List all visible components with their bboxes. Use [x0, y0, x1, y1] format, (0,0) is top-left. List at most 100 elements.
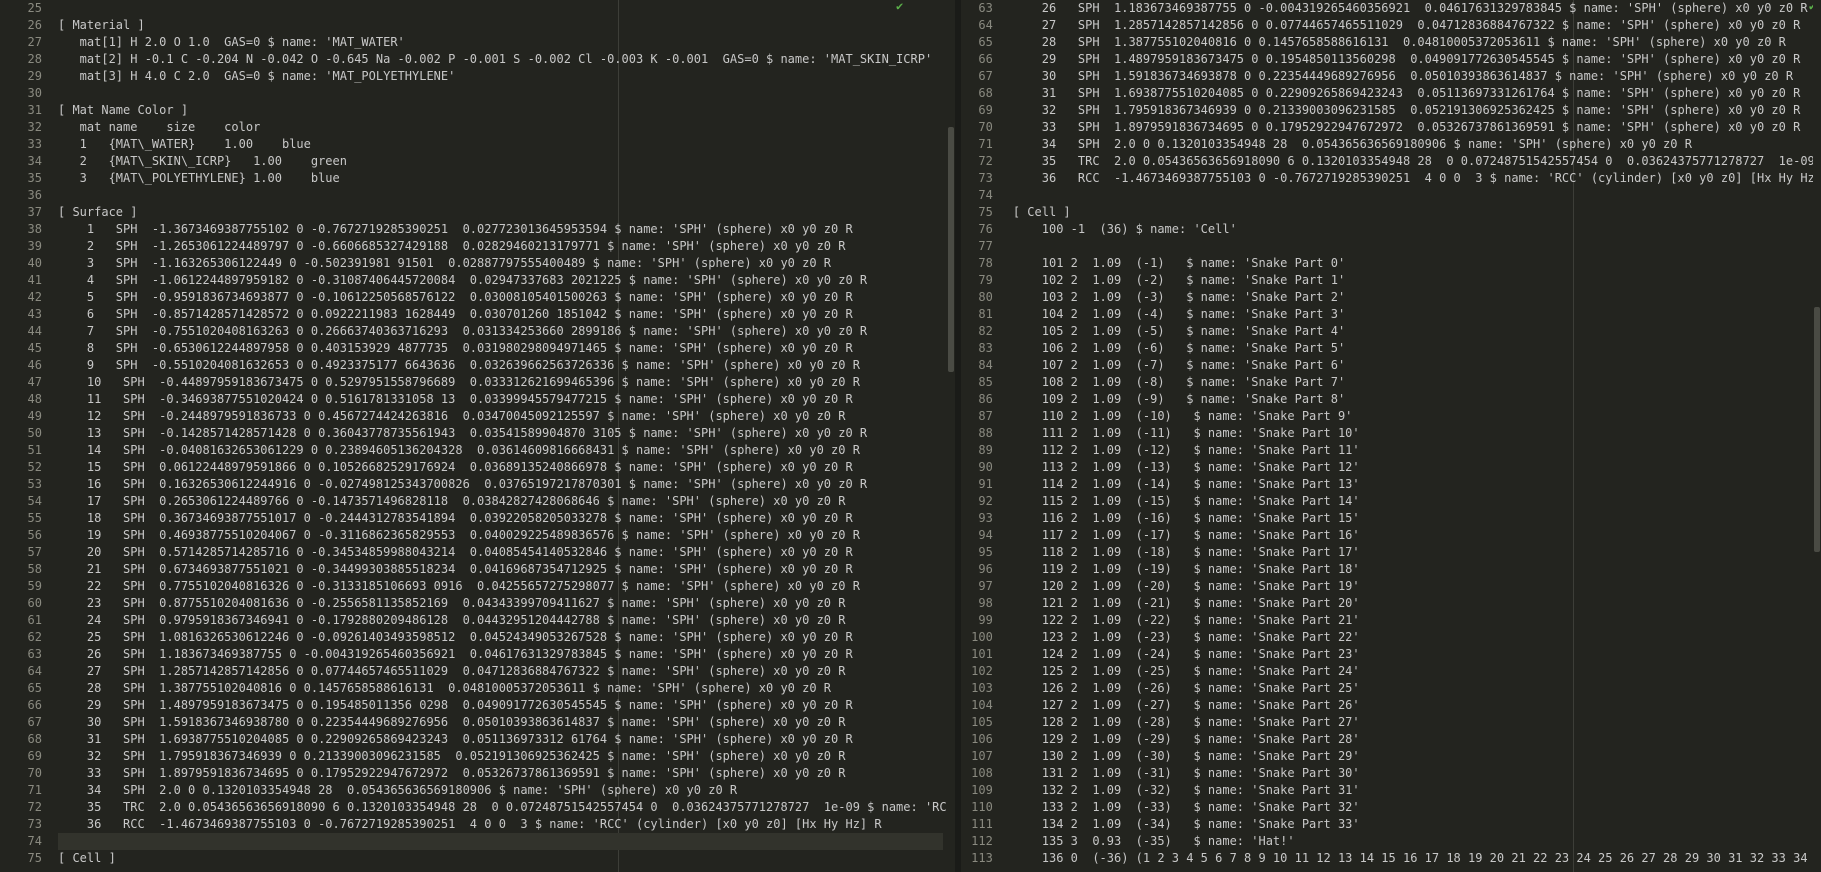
code-line[interactable]: 3 SPH -1.163265306122449 0 -0.502391981 …: [58, 255, 943, 272]
code-line[interactable]: [58, 187, 943, 204]
code-line[interactable]: 23 SPH 0.8775510204081636 0 -0.255658113…: [58, 595, 943, 612]
code-line[interactable]: 131 2 1.09 (-31) $ name: 'Snake Part 30': [1013, 765, 1809, 782]
code-line[interactable]: mat[1] H 2.0 O 1.0 GAS=0 $ name: 'MAT_WA…: [58, 34, 943, 51]
code-line[interactable]: 107 2 1.09 (-7) $ name: 'Snake Part 6': [1013, 357, 1809, 374]
code-line[interactable]: 21 SPH 0.6734693877551021 0 -0.344993038…: [58, 561, 943, 578]
code-line[interactable]: 112 2 1.09 (-12) $ name: 'Snake Part 11': [1013, 442, 1809, 459]
code-line[interactable]: 33 SPH 1.8979591836734695 0 0.1795292294…: [58, 765, 943, 782]
code-line[interactable]: 101 2 1.09 (-1) $ name: 'Snake Part 0': [1013, 255, 1809, 272]
scrollbar-right[interactable]: [1813, 0, 1821, 872]
code-line[interactable]: [58, 833, 943, 850]
code-line[interactable]: [ Mat Name Color ]: [58, 102, 943, 119]
code-line[interactable]: 105 2 1.09 (-5) $ name: 'Snake Part 4': [1013, 323, 1809, 340]
code-line[interactable]: 106 2 1.09 (-6) $ name: 'Snake Part 5': [1013, 340, 1809, 357]
code-line[interactable]: 108 2 1.09 (-8) $ name: 'Snake Part 7': [1013, 374, 1809, 391]
editor-pane-left[interactable]: 25 26 27 28 29 30 31 32 33 34 35 36 37 38 39 40 41 42 43 44…: [0, 0, 955, 872]
code-line[interactable]: 135 3 0.93 (-35) $ name: 'Hat!': [1013, 833, 1809, 850]
code-line[interactable]: 128 2 1.09 (-28) $ name: 'Snake Part 27': [1013, 714, 1809, 731]
code-line[interactable]: 129 2 1.09 (-29) $ name: 'Snake Part 28': [1013, 731, 1809, 748]
code-line[interactable]: [58, 0, 943, 17]
code-line[interactable]: 27 SPH 1.2857142857142856 0 0.0774465746…: [1013, 17, 1809, 34]
code-line[interactable]: 33 SPH 1.8979591836734695 0 0.1795292294…: [1013, 119, 1809, 136]
code-line[interactable]: 113 2 1.09 (-13) $ name: 'Snake Part 12': [1013, 459, 1809, 476]
code-line[interactable]: 118 2 1.09 (-18) $ name: 'Snake Part 17': [1013, 544, 1809, 561]
code-line[interactable]: 3 {MAT\_POLYETHYLENE} 1.00 blue: [58, 170, 943, 187]
code-line[interactable]: 1 SPH -1.3673469387755102 0 -0.767271928…: [58, 221, 943, 238]
code-line[interactable]: 36 RCC -1.4673469387755103 0 -0.76727192…: [58, 816, 943, 833]
code-line[interactable]: 29 SPH 1.4897959183673475 0 0.1954850113…: [1013, 51, 1809, 68]
code-line[interactable]: [ Cell ]: [1013, 204, 1809, 221]
code-line[interactable]: 119 2 1.09 (-19) $ name: 'Snake Part 18': [1013, 561, 1809, 578]
code-line[interactable]: 18 SPH 0.36734693877551017 0 -0.24443127…: [58, 510, 943, 527]
code-line[interactable]: 125 2 1.09 (-25) $ name: 'Snake Part 24': [1013, 663, 1809, 680]
code-line[interactable]: 14 SPH -0.04081632653061229 0 0.23894605…: [58, 442, 943, 459]
code-line[interactable]: 4 SPH -1.0612244897959182 0 -0.310874064…: [58, 272, 943, 289]
code-area-left[interactable]: [ Material ] mat[1] H 2.0 O 1.0 GAS=0 $ …: [58, 0, 947, 872]
code-line[interactable]: 27 SPH 1.2857142857142856 0 0.0774465746…: [58, 663, 943, 680]
code-line[interactable]: 15 SPH 0.06122448979591866 0 0.105266825…: [58, 459, 943, 476]
code-line[interactable]: [ Material ]: [58, 17, 943, 34]
code-line[interactable]: 111 2 1.09 (-11) $ name: 'Snake Part 10': [1013, 425, 1809, 442]
code-line[interactable]: [ Cell ]: [58, 850, 943, 867]
code-line[interactable]: mat[3] H 4.0 C 2.0 GAS=0 $ name: 'MAT_PO…: [58, 68, 943, 85]
code-line[interactable]: 26 SPH 1.183673469387755 0 -0.0043192654…: [1013, 0, 1809, 17]
code-line[interactable]: 26 SPH 1.183673469387755 0 -0.0043192654…: [58, 646, 943, 663]
code-area-right[interactable]: 26 SPH 1.183673469387755 0 -0.0043192654…: [1013, 0, 1821, 872]
code-line[interactable]: 12 SPH -0.2448979591836733 0 0.456727442…: [58, 408, 943, 425]
code-line[interactable]: 20 SPH 0.5714285714285716 0 -0.345348599…: [58, 544, 943, 561]
code-line[interactable]: 30 SPH 1.591836734693878 0 0.22354449689…: [1013, 68, 1809, 85]
code-line[interactable]: 109 2 1.09 (-9) $ name: 'Snake Part 8': [1013, 391, 1809, 408]
code-line[interactable]: 126 2 1.09 (-26) $ name: 'Snake Part 25': [1013, 680, 1809, 697]
code-line[interactable]: [1013, 238, 1809, 255]
code-line[interactable]: 19 SPH 0.46938775510204067 0 -0.31168623…: [58, 527, 943, 544]
code-line[interactable]: 132 2 1.09 (-32) $ name: 'Snake Part 31': [1013, 782, 1809, 799]
code-line[interactable]: 110 2 1.09 (-10) $ name: 'Snake Part 9': [1013, 408, 1809, 425]
code-line[interactable]: 13 SPH -0.1428571428571428 0 0.360437787…: [58, 425, 943, 442]
code-line[interactable]: 121 2 1.09 (-21) $ name: 'Snake Part 20': [1013, 595, 1809, 612]
code-line[interactable]: mat name size color: [58, 119, 943, 136]
code-line[interactable]: 2 {MAT\_SKIN\_ICRP} 1.00 green: [58, 153, 943, 170]
code-line[interactable]: 100 -1 (36) $ name: 'Cell': [1013, 221, 1809, 238]
code-line[interactable]: 32 SPH 1.795918367346939 0 0.21339003096…: [58, 748, 943, 765]
code-line[interactable]: 134 2 1.09 (-34) $ name: 'Snake Part 33': [1013, 816, 1809, 833]
code-line[interactable]: 116 2 1.09 (-16) $ name: 'Snake Part 15': [1013, 510, 1809, 527]
code-line[interactable]: 115 2 1.09 (-15) $ name: 'Snake Part 14': [1013, 493, 1809, 510]
code-line[interactable]: 1 {MAT\_WATER} 1.00 blue: [58, 136, 943, 153]
code-line[interactable]: mat[2] H -0.1 C -0.204 N -0.042 O -0.645…: [58, 51, 943, 68]
code-line[interactable]: 114 2 1.09 (-14) $ name: 'Snake Part 13': [1013, 476, 1809, 493]
code-line[interactable]: 11 SPH -0.34693877551020424 0 0.51617813…: [58, 391, 943, 408]
code-line[interactable]: 8 SPH -0.6530612244897958 0 0.403153929 …: [58, 340, 943, 357]
code-line[interactable]: 120 2 1.09 (-20) $ name: 'Snake Part 19': [1013, 578, 1809, 595]
code-line[interactable]: 29 SPH 1.4897959183673475 0 0.1954850113…: [58, 697, 943, 714]
code-line[interactable]: 136 0 (-36) (1 2 3 4 5 6 7 8 9 10 11 12 …: [1013, 850, 1821, 867]
code-line[interactable]: 9 SPH -0.5510204081632653 0 0.4923375177…: [58, 357, 943, 374]
code-line[interactable]: 2 SPH -1.2653061224489797 0 -0.660668532…: [58, 238, 943, 255]
scrollbar-thumb-right[interactable]: [1814, 307, 1820, 552]
code-line[interactable]: 28 SPH 1.387755102040816 0 0.14576585886…: [58, 680, 943, 697]
code-line[interactable]: 34 SPH 2.0 0 0.1320103354948 28 0.054365…: [1013, 136, 1809, 153]
code-line[interactable]: [1013, 187, 1809, 204]
code-line[interactable]: 102 2 1.09 (-2) $ name: 'Snake Part 1': [1013, 272, 1809, 289]
code-line[interactable]: 36 RCC -1.4673469387755103 0 -0.76727192…: [1013, 170, 1821, 187]
code-line[interactable]: 10 SPH -0.44897959183673475 0 0.52979515…: [58, 374, 943, 391]
scrollbar-thumb-left[interactable]: [947, 127, 954, 372]
editor-pane-right[interactable]: 63 64 65 66 67 68 69 70 71 72 73 74 75 76 77 78 79 80 81 82…: [960, 0, 1821, 872]
code-line[interactable]: 35 TRC 2.0 0.05436563656918090 6 0.13201…: [58, 799, 947, 816]
code-line[interactable]: 127 2 1.09 (-27) $ name: 'Snake Part 26': [1013, 697, 1809, 714]
code-line[interactable]: 104 2 1.09 (-4) $ name: 'Snake Part 3': [1013, 306, 1809, 323]
code-line[interactable]: 130 2 1.09 (-30) $ name: 'Snake Part 29': [1013, 748, 1809, 765]
code-line[interactable]: 32 SPH 1.795918367346939 0 0.21339003096…: [1013, 102, 1809, 119]
code-line[interactable]: 16 SPH 0.16326530612244916 0 -0.02749812…: [58, 476, 943, 493]
code-line[interactable]: 123 2 1.09 (-23) $ name: 'Snake Part 22': [1013, 629, 1809, 646]
code-line[interactable]: 31 SPH 1.6938775510204085 0 0.2290926586…: [1013, 85, 1809, 102]
code-line[interactable]: 25 SPH 1.0816326530612246 0 -0.092614034…: [58, 629, 943, 646]
code-line[interactable]: [58, 85, 943, 102]
code-line[interactable]: 117 2 1.09 (-17) $ name: 'Snake Part 16': [1013, 527, 1809, 544]
code-line[interactable]: 22 SPH 0.7755102040816326 0 -0.313318510…: [58, 578, 943, 595]
scrollbar-left[interactable]: [946, 0, 955, 872]
code-line[interactable]: 28 SPH 1.387755102040816 0 0.14576585886…: [1013, 34, 1809, 51]
code-line[interactable]: 24 SPH 0.9795918367346941 0 -0.179288020…: [58, 612, 943, 629]
code-line[interactable]: 103 2 1.09 (-3) $ name: 'Snake Part 2': [1013, 289, 1809, 306]
code-line[interactable]: 34 SPH 2.0 0 0.1320103354948 28 0.054365…: [58, 782, 943, 799]
code-line[interactable]: 6 SPH -0.8571428571428572 0 0.0922211983…: [58, 306, 943, 323]
